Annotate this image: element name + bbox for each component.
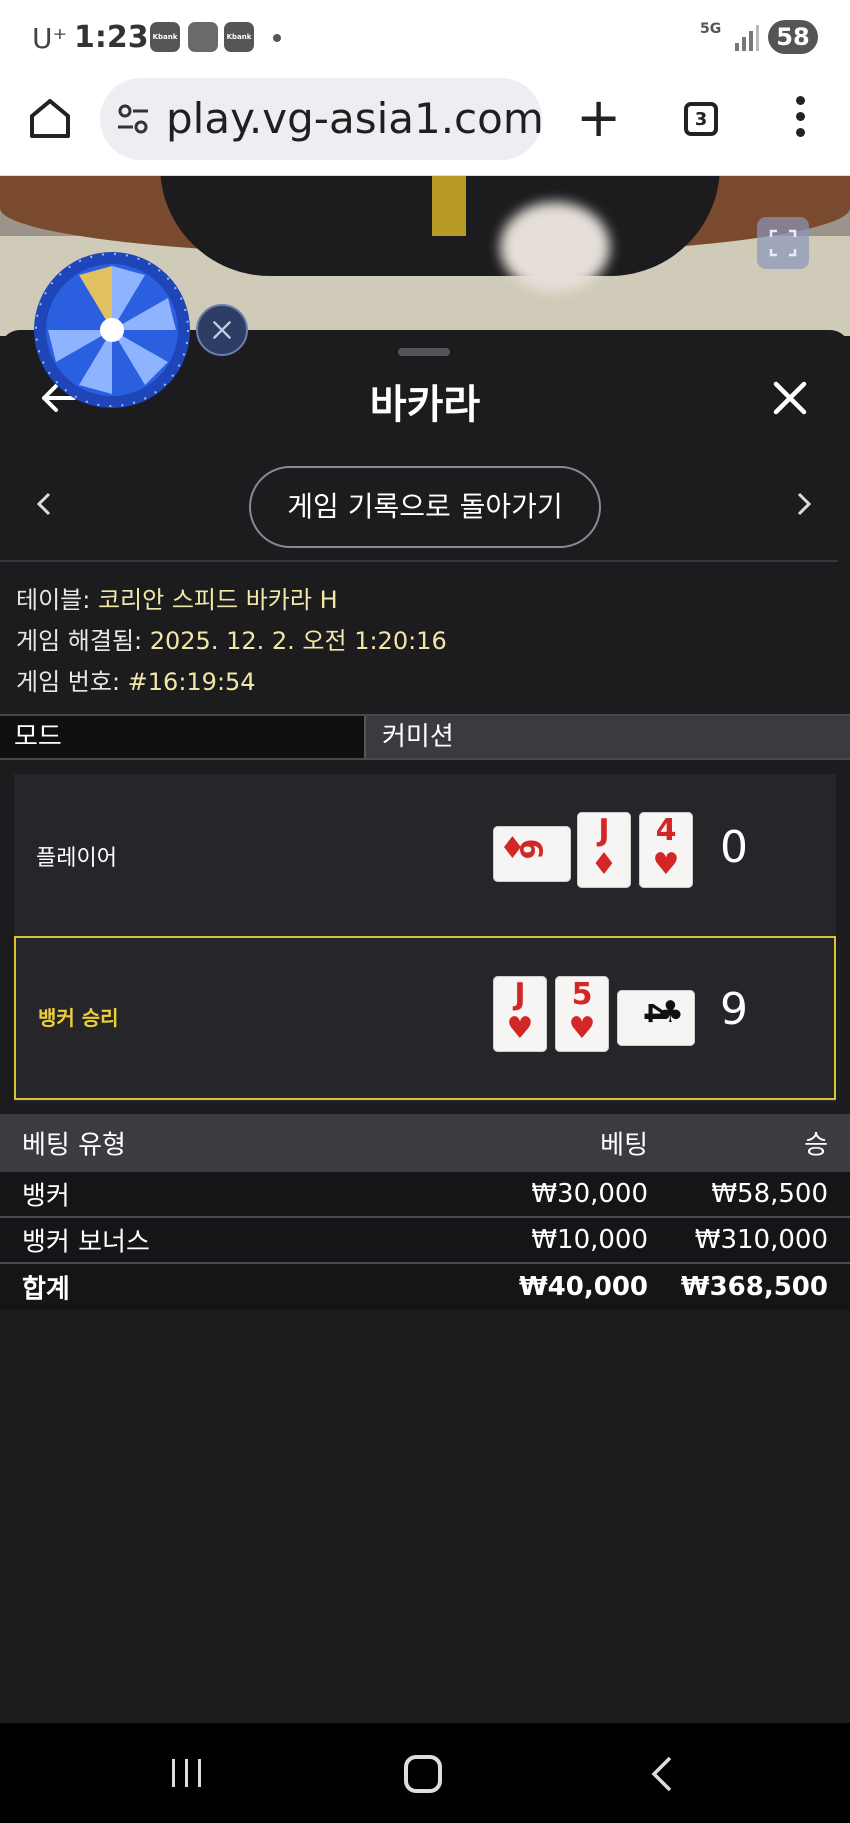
close-wheel-icon[interactable] <box>196 304 248 356</box>
total-win: ₩368,500 <box>680 1272 828 1302</box>
player-card-3: 4 ♥ <box>639 812 693 888</box>
card-rank: 6 <box>512 838 548 860</box>
system-nav-bar <box>0 1723 850 1823</box>
previous-game-icon[interactable] <box>34 490 54 518</box>
card-suit: ♣ <box>657 995 684 1030</box>
player-score: 0 <box>720 822 748 873</box>
info-label: 테이블: <box>16 586 98 614</box>
banker-card-2: 5 ♥ <box>555 976 609 1052</box>
banker-card-1: J ♥ <box>493 976 547 1052</box>
divider <box>0 560 838 562</box>
table-row: 뱅커 ₩30,000 ₩58,500 <box>0 1172 850 1218</box>
home-nav-icon[interactable] <box>404 1755 442 1793</box>
card-suit: ♥ <box>652 847 680 882</box>
game-number-info: 게임 번호: #16:19:54 <box>16 662 256 697</box>
player-label: 플레이어 <box>36 846 117 871</box>
home-icon[interactable] <box>26 94 74 142</box>
header-bet-type: 베팅 유형 <box>22 1130 126 1161</box>
player-card-2: J ♦ <box>577 812 631 888</box>
screen: U⁺ 1:23 Kbank Kbank 5G 58 play.vg-asia1.… <box>0 0 850 1823</box>
tab-switcher-button[interactable]: 3 <box>684 102 718 136</box>
bet-amount-cell: ₩30,000 <box>531 1179 648 1209</box>
banker-hand: 뱅커 승리 J ♥ 5 ♥ 4 ♣ 9 <box>14 936 836 1100</box>
app-notification-icon <box>188 22 218 52</box>
carrier-label: U⁺ <box>32 22 68 55</box>
player-card-1: ♦ 6 <box>493 826 571 882</box>
total-row: 합계 ₩40,000 ₩368,500 <box>0 1264 850 1310</box>
info-value: #16:19:54 <box>127 668 256 696</box>
card-rank: J <box>514 977 526 1012</box>
info-value: 코리안 스피드 바카라 H <box>97 586 338 614</box>
mode-value: 커미션 <box>366 716 850 758</box>
browser-toolbar: play.vg-asia1.com/f + 3 <box>0 72 850 176</box>
site-settings-icon[interactable] <box>116 102 150 136</box>
win-amount-cell: ₩310,000 <box>694 1225 828 1255</box>
settled-info: 게임 해결됨: 2025. 12. 2. 오전 1:20:16 <box>16 621 447 656</box>
banker-card-3: 4 ♣ <box>617 990 695 1046</box>
bet-amount-cell: ₩10,000 <box>531 1225 648 1255</box>
url-text: play.vg-asia1.com/f <box>166 94 542 143</box>
card-rank: 4 <box>655 813 677 848</box>
info-label: 게임 번호: <box>16 668 128 696</box>
card-suit: ♥ <box>506 1011 534 1046</box>
total-bet: ₩40,000 <box>518 1272 648 1302</box>
game-detail-sheet: 바카라 게임 기록으로 돌아가기 테이블: 코리안 스피드 바카라 H 게임 해… <box>0 330 850 1723</box>
player-hand: 플레이어 ♦ 6 J ♦ 4 ♥ 0 <box>14 774 836 936</box>
kbank-notification-icon: Kbank <box>150 22 180 52</box>
bet-table: 베팅 유형 베팅 승 뱅커 ₩30,000 ₩58,500 뱅커 보너스 ₩10… <box>0 1114 850 1310</box>
back-nav-icon[interactable] <box>648 1755 676 1793</box>
banker-score: 9 <box>720 984 748 1035</box>
info-label: 게임 해결됨: <box>16 627 150 655</box>
mode-label: 모드 <box>0 716 366 758</box>
battery-icon: 58 <box>768 20 818 54</box>
card-rank: 5 <box>571 977 593 1012</box>
bet-type-cell: 뱅커 보너스 <box>22 1227 150 1258</box>
status-bar: U⁺ 1:23 Kbank Kbank 5G 58 <box>0 0 850 72</box>
clock: 1:23 <box>74 20 149 55</box>
back-to-history-button[interactable]: 게임 기록으로 돌아가기 <box>249 466 601 548</box>
header-win: 승 <box>804 1130 828 1161</box>
result-panel: 플레이어 ♦ 6 J ♦ 4 ♥ 0 뱅커 승리 J ♥ 5 ♥ 4 ♣ 9 <box>14 774 836 1102</box>
dealer-hand <box>500 202 610 292</box>
more-notifications-dot-icon <box>273 34 281 42</box>
bet-table-header: 베팅 유형 베팅 승 <box>0 1114 850 1172</box>
banker-win-label: 뱅커 승리 <box>38 1006 119 1030</box>
drag-handle[interactable] <box>398 348 450 356</box>
table-info: 테이블: 코리안 스피드 바카라 H <box>16 580 338 615</box>
recents-icon[interactable] <box>170 1757 204 1789</box>
header-bet-amount: 베팅 <box>600 1130 648 1161</box>
next-game-icon[interactable] <box>794 490 814 518</box>
network-type-icon: 5G <box>700 21 722 37</box>
signal-icon <box>735 25 759 51</box>
card-rank: J <box>598 813 610 848</box>
new-tab-button[interactable]: + <box>576 91 621 145</box>
info-value: 2025. 12. 2. 오전 1:20:16 <box>149 627 447 655</box>
close-icon[interactable] <box>770 378 810 418</box>
total-label: 합계 <box>22 1274 70 1305</box>
kbank-notification-icon-2: Kbank <box>224 22 254 52</box>
win-amount-cell: ₩58,500 <box>711 1179 828 1209</box>
card-suit: ♥ <box>568 1011 596 1046</box>
address-bar[interactable]: play.vg-asia1.com/f <box>100 78 542 160</box>
table-row: 뱅커 보너스 ₩10,000 ₩310,000 <box>0 1218 850 1264</box>
browser-menu-icon[interactable] <box>790 96 810 144</box>
fullscreen-icon[interactable] <box>757 217 809 269</box>
mode-row: 모드 커미션 <box>0 714 850 760</box>
bonus-wheel-icon[interactable] <box>32 250 192 410</box>
card-suit: ♦ <box>590 847 618 882</box>
bet-type-cell: 뱅커 <box>22 1181 70 1212</box>
dealer-tie <box>432 176 466 236</box>
